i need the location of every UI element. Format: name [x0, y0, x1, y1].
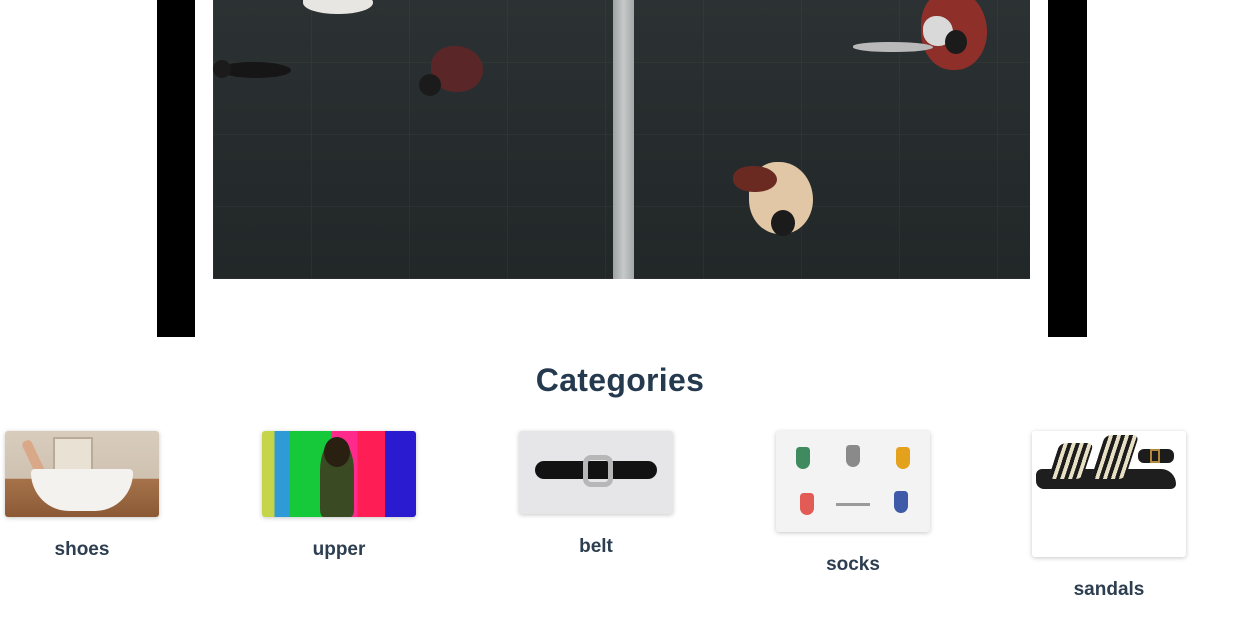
person-figure: [713, 152, 823, 248]
category-image-belt[interactable]: [519, 431, 673, 514]
category-image-upper[interactable]: [262, 431, 416, 517]
person-figure: [213, 56, 303, 86]
category-image-shoes[interactable]: [5, 431, 159, 517]
category-card-socks[interactable]: socks: [776, 431, 930, 576]
category-label-upper[interactable]: upper: [262, 539, 416, 561]
person-figure: [413, 40, 503, 110]
person-figure: [303, 0, 373, 16]
video-frame-image: [213, 0, 1030, 279]
page: Categories shoes upper belt socks sandal…: [0, 0, 1240, 618]
video-player[interactable]: [157, 0, 1087, 337]
category-image-sandals[interactable]: [1032, 431, 1186, 557]
category-image-socks[interactable]: [776, 431, 930, 532]
category-card-shoes[interactable]: shoes: [5, 431, 159, 561]
category-label-shoes[interactable]: shoes: [5, 539, 159, 561]
category-label-belt[interactable]: belt: [519, 536, 673, 558]
categories-heading: Categories: [535, 362, 705, 398]
video-canvas: [195, 0, 1048, 337]
floor-stripe: [613, 0, 634, 279]
category-card-sandals[interactable]: sandals: [1032, 431, 1186, 601]
category-card-belt[interactable]: belt: [519, 431, 673, 558]
person-figure: [833, 0, 1003, 86]
category-label-sandals[interactable]: sandals: [1032, 579, 1186, 601]
category-card-upper[interactable]: upper: [262, 431, 416, 561]
category-label-socks[interactable]: socks: [776, 554, 930, 576]
